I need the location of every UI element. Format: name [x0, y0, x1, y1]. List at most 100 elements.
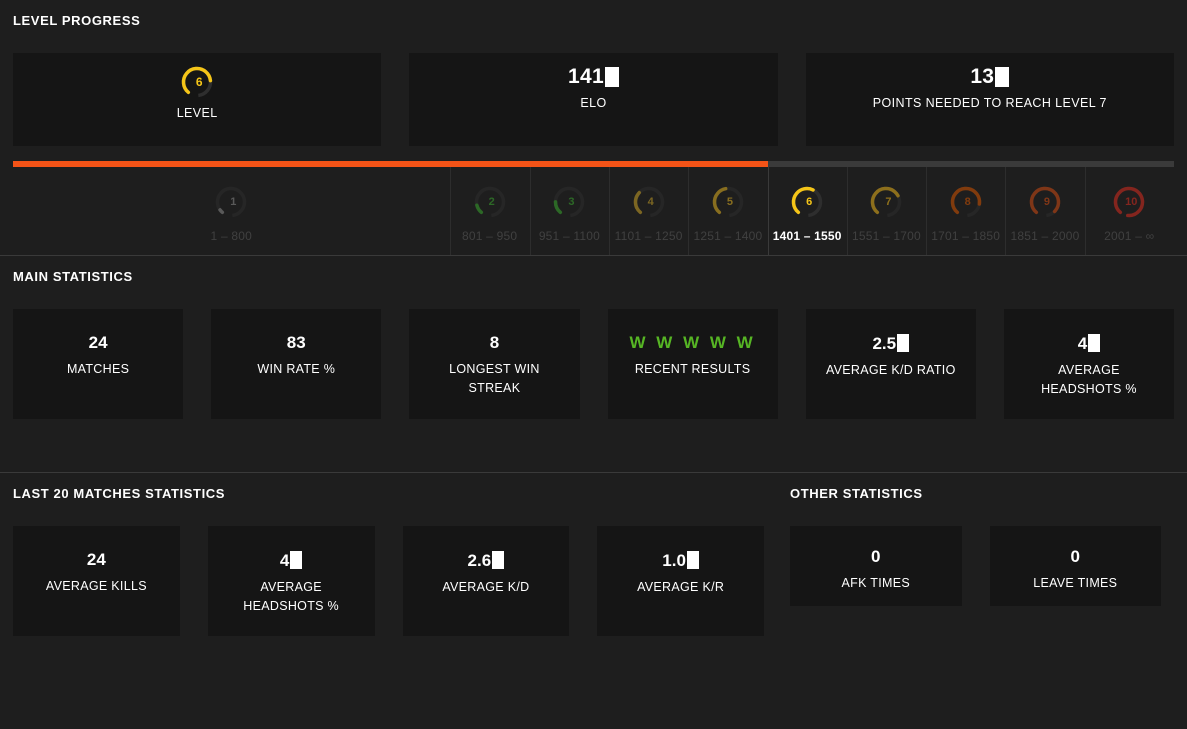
stat-card: 4 AVERAGE HEADSHOTS %: [1003, 309, 1175, 419]
level-badge-icon-7: 7: [869, 185, 903, 219]
stat-label: LEAVE TIMES: [1033, 576, 1118, 590]
level-badge-icon-3: 3: [552, 185, 586, 219]
level-badge-number: 4: [647, 196, 654, 208]
top-card-2: 141 ELO: [409, 53, 778, 146]
level-range-label: 1101 – 1250: [614, 229, 683, 243]
stat-card: 1.0 AVERAGE K/R: [597, 526, 764, 636]
level-badge-number: 8: [964, 196, 971, 208]
stat-value: 0: [1070, 547, 1080, 566]
redacted-block: [492, 551, 505, 569]
level-scale: 1 1 – 800 2 801 – 950 3 951 – 1100 4 1101 – …: [13, 167, 1174, 255]
stat-card: 4 AVERAGE HEADSHOTS %: [207, 526, 375, 636]
level-badge-number: 2: [488, 196, 495, 208]
stat-label: AVERAGE KILLS: [45, 579, 147, 593]
level-range-label: 801 – 950: [462, 229, 518, 243]
level-cell-1[interactable]: 1 1 – 800: [13, 167, 450, 255]
stat-value: 24: [88, 333, 108, 352]
stat-value: 4: [280, 551, 303, 569]
level-range-label: 2001 – ∞: [1104, 229, 1155, 243]
redacted-block: [1088, 334, 1101, 352]
stat-card: 24 MATCHES: [13, 309, 184, 419]
level-range-label: 1 – 800: [210, 229, 252, 243]
level-badge-icon-6: 6: [790, 185, 824, 219]
top-card-3: 13 POINTS NEEDED TO REACH LEVEL 7: [805, 53, 1174, 146]
stat-value: 1.0: [662, 551, 699, 569]
redacted-block: [686, 551, 699, 569]
level-scale-section: 1 1 – 800 2 801 – 950 3 951 – 1100 4 1101 – …: [0, 161, 1187, 255]
stat-label: WIN RATE %: [257, 362, 336, 376]
stat-value: 0: [871, 547, 881, 566]
level-cell-4[interactable]: 4 1101 – 1250: [609, 167, 688, 255]
stat-card: 83 WIN RATE %: [211, 309, 382, 419]
level-badge-icon-2: 2: [473, 185, 507, 219]
stat-label: AVERAGE K/R: [637, 580, 725, 594]
stat-value: 2.5: [872, 334, 910, 352]
level-cell-3[interactable]: 3 951 – 1100: [529, 167, 609, 255]
level-dial-icon: 6: [180, 65, 214, 99]
level-cell-9[interactable]: 9 1851 – 2000: [1005, 167, 1084, 255]
level-badge-number: 5: [726, 196, 733, 208]
stat-label: MATCHES: [66, 362, 130, 376]
stat-value: 8: [489, 333, 500, 352]
stat-value: 4: [1078, 334, 1101, 352]
level-badge-number: 3: [568, 196, 575, 208]
stat-label: RECENT RESULTS: [634, 362, 751, 376]
stat-card: 8 LONGEST WIN STREAK: [409, 309, 580, 419]
level-progress-title: LEVEL PROGRESS: [13, 13, 141, 28]
stat-card: 24 AVERAGE KILLS: [13, 526, 180, 636]
stat-label: AFK TIMES: [841, 576, 910, 590]
redacted-block: [995, 67, 1010, 87]
level-badge-icon-10: 10: [1112, 185, 1146, 219]
top-cards-row: 6 LEVEL 141 ELO 13 POINTS NEEDED TO REACH LEV…: [13, 53, 1174, 146]
redacted-block: [897, 334, 910, 352]
level-badge-number: 7: [885, 196, 892, 208]
top-card-value: 141: [568, 65, 619, 89]
main-statistics-section: MAIN STATISTICS 24 MATCHES 83 WIN RATE % 8 LO…: [0, 256, 1187, 419]
level-progress-section: LEVEL PROGRESS 6 LEVEL 141 ELO 13 POINTS NEED…: [0, 0, 1187, 146]
other-statistics-section: OTHER STATISTICS 0 AFK TIMES 0 LEAVE TIMES: [777, 473, 1174, 636]
level-badge-icon-4: 4: [632, 185, 666, 219]
redacted-block: [604, 67, 619, 87]
level-badge-number: 6: [806, 196, 813, 208]
top-card-label: ELO: [580, 96, 607, 110]
level-badge-number: 1: [230, 196, 237, 208]
main-statistics-row: 24 MATCHES 83 WIN RATE % 8 LONGEST WIN STREAK…: [13, 309, 1175, 419]
stat-label: AVERAGE HEADSHOTS %: [243, 580, 339, 614]
top-card-value: 13: [970, 65, 1010, 89]
level-range-label: 1701 – 1850: [931, 229, 1001, 243]
stat-label: AVERAGE HEADSHOTS %: [1041, 363, 1137, 397]
level-cell-10[interactable]: 10 2001 – ∞: [1084, 167, 1174, 255]
level-badge-icon-8: 8: [949, 185, 983, 219]
stat-label: LONGEST WIN STREAK: [449, 362, 540, 396]
stat-value: 24: [86, 550, 106, 569]
level-range-label: 1551 – 1700: [851, 229, 921, 243]
level-range-label: 951 – 1100: [538, 229, 600, 243]
level-cell-2[interactable]: 2 801 – 950: [449, 167, 530, 255]
top-card-label: LEVEL: [176, 106, 218, 120]
level-cell-8[interactable]: 8 1701 – 1850: [926, 167, 1005, 255]
stat-value: W W W W W: [629, 333, 756, 352]
level-range-label: 1851 – 2000: [1010, 229, 1080, 243]
level-range-label: 1401 – 1550: [772, 229, 842, 243]
level-badge-icon-9: 9: [1028, 185, 1062, 219]
last20-statistics-row: 24 AVERAGE KILLS 4 AVERAGE HEADSHOTS % 2.6 AV…: [13, 526, 764, 636]
stat-card: 0 LEAVE TIMES: [989, 526, 1161, 606]
level-cell-6[interactable]: 6 1401 – 1550: [767, 167, 847, 255]
level-badge-number: 9: [1043, 196, 1051, 208]
level-badge-icon-1: 1: [214, 185, 248, 219]
level-cell-7[interactable]: 7 1551 – 1700: [846, 167, 926, 255]
bottom-sections: LAST 20 MATCHES STATISTICS 24 AVERAGE KIL…: [0, 473, 1187, 636]
redacted-block: [290, 551, 303, 569]
level-dial-number: 6: [195, 75, 203, 89]
stat-card: 2.6 AVERAGE K/D: [402, 526, 570, 636]
last20-title: LAST 20 MATCHES STATISTICS: [13, 486, 226, 501]
stats-page: LEVEL PROGRESS 6 LEVEL 141 ELO 13 POINTS NEED…: [0, 0, 1187, 729]
last20-section: LAST 20 MATCHES STATISTICS 24 AVERAGE KIL…: [0, 473, 777, 636]
stat-value: 83: [286, 333, 306, 352]
other-statistics-row: 0 AFK TIMES 0 LEAVE TIMES: [790, 526, 1161, 606]
top-card-1: 6 LEVEL: [13, 53, 382, 146]
level-cell-5[interactable]: 5 1251 – 1400: [688, 167, 767, 255]
stat-card: W W W W W RECENT RESULTS: [607, 309, 778, 419]
stat-value: 2.6: [468, 551, 505, 569]
other-statistics-title: OTHER STATISTICS: [790, 486, 923, 501]
